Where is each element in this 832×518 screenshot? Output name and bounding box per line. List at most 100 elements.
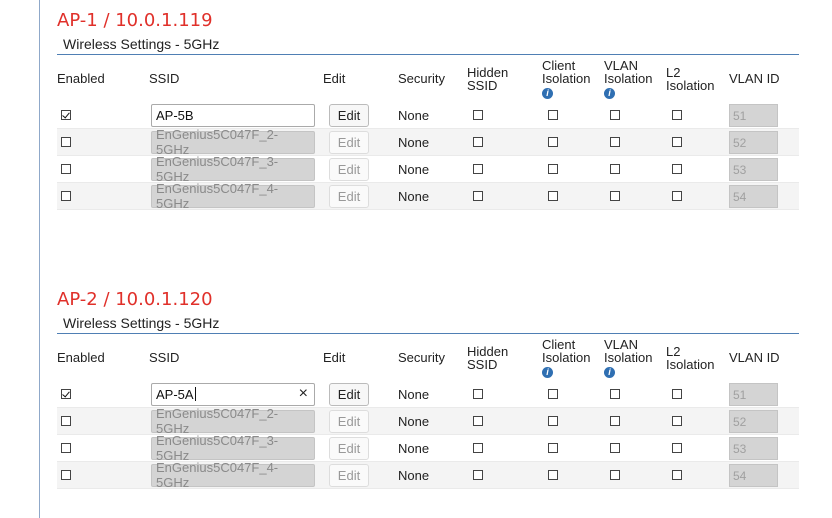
- vlan-isolation-checkbox[interactable]: [610, 136, 620, 147]
- hidden-ssid-checkbox[interactable]: [473, 415, 483, 426]
- ssid-input[interactable]: AP-5A ×: [151, 382, 315, 406]
- col-enabled: Enabled: [57, 350, 105, 365]
- enabled-checkbox[interactable]: [61, 136, 71, 147]
- vlan-isolation-checkbox[interactable]: [610, 415, 620, 426]
- vlan-id-input[interactable]: 52: [729, 409, 778, 433]
- table-header: Enabled SSID Edit Security Hidden SSID Cl…: [57, 334, 799, 381]
- enabled-checkbox[interactable]: [61, 163, 71, 174]
- col-client-isolation: Client Isolation i: [542, 336, 591, 378]
- col-vlan-isolation: VLAN Isolation i: [604, 57, 653, 99]
- ssid-input[interactable]: EnGenius5C047F_2-5GHz: [151, 127, 315, 157]
- ap-title: AP-1 / 10.0.1.119: [57, 10, 213, 31]
- info-icon[interactable]: i: [542, 366, 553, 378]
- hidden-ssid-checkbox[interactable]: [473, 469, 483, 480]
- vlan-id-input[interactable]: 53: [729, 436, 778, 460]
- table-row: EnGenius5C047F_3-5GHz Edit None 53: [57, 433, 799, 463]
- edit-button[interactable]: Edit: [329, 184, 369, 208]
- security-value: None: [395, 182, 467, 210]
- ssid-input[interactable]: EnGenius5C047F_4-5GHz: [151, 181, 315, 211]
- edit-button[interactable]: Edit: [329, 103, 369, 127]
- security-value: None: [395, 434, 467, 462]
- security-value: None: [395, 102, 467, 129]
- ssid-table: Enabled SSID Edit Security Hidden SSID Cl…: [57, 55, 799, 211]
- ssid-input[interactable]: EnGenius5C047F_4-5GHz: [151, 460, 315, 490]
- col-client-isolation: Client Isolation i: [542, 57, 591, 99]
- enabled-checkbox[interactable]: [61, 190, 71, 201]
- left-border: [39, 0, 40, 518]
- wireless-settings-title: Wireless Settings - 5GHz: [63, 315, 220, 331]
- security-value: None: [395, 381, 467, 408]
- vlan-isolation-checkbox[interactable]: [610, 190, 620, 201]
- hidden-ssid-checkbox[interactable]: [473, 442, 483, 453]
- col-l2-isolation: L2 Isolation: [666, 64, 715, 93]
- client-isolation-checkbox[interactable]: [548, 388, 558, 399]
- info-icon[interactable]: i: [542, 87, 553, 99]
- enabled-checkbox[interactable]: [61, 388, 71, 399]
- l2-isolation-checkbox[interactable]: [672, 136, 682, 147]
- hidden-ssid-checkbox[interactable]: [473, 163, 483, 174]
- text-caret: [194, 387, 196, 401]
- vlan-id-input[interactable]: 54: [729, 463, 778, 487]
- l2-isolation-checkbox[interactable]: [672, 190, 682, 201]
- client-isolation-checkbox[interactable]: [548, 469, 558, 480]
- col-security: Security: [398, 71, 445, 86]
- vlan-isolation-checkbox[interactable]: [610, 163, 620, 174]
- l2-isolation-checkbox[interactable]: [672, 469, 682, 480]
- ssid-input[interactable]: EnGenius5C047F_2-5GHz: [151, 406, 315, 436]
- security-value: None: [395, 461, 467, 489]
- enabled-checkbox[interactable]: [61, 469, 71, 480]
- edit-button[interactable]: Edit: [329, 409, 369, 433]
- col-edit: Edit: [323, 71, 346, 86]
- security-value: None: [395, 407, 467, 435]
- hidden-ssid-checkbox[interactable]: [473, 109, 483, 120]
- col-vlan-isolation: VLAN Isolation i: [604, 336, 653, 378]
- hidden-ssid-checkbox[interactable]: [473, 190, 483, 201]
- ssid-input[interactable]: AP-5B: [151, 103, 315, 127]
- vlan-isolation-checkbox[interactable]: [610, 469, 620, 480]
- col-vlan-id: VLAN ID: [729, 71, 780, 86]
- col-enabled: Enabled: [57, 71, 105, 86]
- client-isolation-checkbox[interactable]: [548, 136, 558, 147]
- client-isolation-checkbox[interactable]: [548, 163, 558, 174]
- edit-button[interactable]: Edit: [329, 436, 369, 460]
- security-value: None: [395, 155, 467, 183]
- client-isolation-checkbox[interactable]: [548, 190, 558, 201]
- enabled-checkbox[interactable]: [61, 442, 71, 453]
- vlan-isolation-checkbox[interactable]: [610, 442, 620, 453]
- edit-button[interactable]: Edit: [329, 130, 369, 154]
- table-row: EnGenius5C047F_2-5GHz Edit None 52: [57, 127, 799, 157]
- col-l2-isolation: L2 Isolation: [666, 343, 715, 372]
- vlan-id-input[interactable]: 53: [729, 157, 778, 181]
- ssid-table: Enabled SSID Edit Security Hidden SSID Cl…: [57, 334, 799, 490]
- vlan-id-input[interactable]: 52: [729, 130, 778, 154]
- vlan-id-input[interactable]: 54: [729, 184, 778, 208]
- info-icon[interactable]: i: [604, 87, 615, 99]
- col-ssid: SSID: [149, 350, 180, 365]
- vlan-id-input[interactable]: 51: [729, 103, 778, 127]
- table-header: Enabled SSID Edit Security Hidden SSID Cl…: [57, 55, 799, 102]
- edit-button[interactable]: Edit: [329, 157, 369, 181]
- l2-isolation-checkbox[interactable]: [672, 109, 682, 120]
- l2-isolation-checkbox[interactable]: [672, 442, 682, 453]
- client-isolation-checkbox[interactable]: [548, 109, 558, 120]
- l2-isolation-checkbox[interactable]: [672, 388, 682, 399]
- l2-isolation-checkbox[interactable]: [672, 163, 682, 174]
- col-ssid: SSID: [149, 71, 180, 86]
- info-icon[interactable]: i: [604, 366, 615, 378]
- hidden-ssid-checkbox[interactable]: [473, 388, 483, 399]
- edit-button[interactable]: Edit: [329, 463, 369, 487]
- enabled-checkbox[interactable]: [61, 415, 71, 426]
- edit-button[interactable]: Edit: [329, 382, 369, 406]
- client-isolation-checkbox[interactable]: [548, 442, 558, 453]
- hidden-ssid-checkbox[interactable]: [473, 136, 483, 147]
- l2-isolation-checkbox[interactable]: [672, 415, 682, 426]
- ssid-input[interactable]: EnGenius5C047F_3-5GHz: [151, 433, 315, 463]
- vlan-isolation-checkbox[interactable]: [610, 109, 620, 120]
- clear-icon[interactable]: ×: [299, 385, 308, 403]
- col-hidden-ssid: Hidden SSID: [467, 343, 509, 372]
- client-isolation-checkbox[interactable]: [548, 415, 558, 426]
- vlan-id-input[interactable]: 51: [729, 382, 778, 406]
- ssid-input[interactable]: EnGenius5C047F_3-5GHz: [151, 154, 315, 184]
- enabled-checkbox[interactable]: [61, 109, 71, 120]
- vlan-isolation-checkbox[interactable]: [610, 388, 620, 399]
